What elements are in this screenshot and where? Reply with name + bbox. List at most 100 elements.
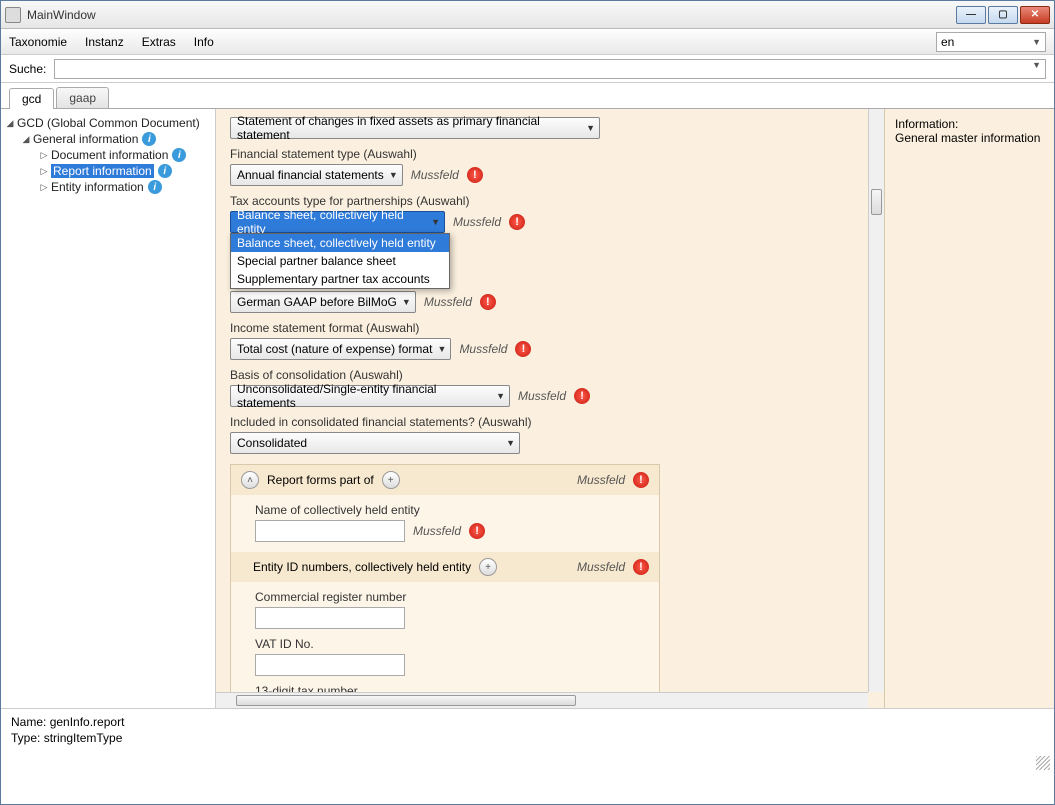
info-icon: i xyxy=(158,164,172,178)
chevron-down-icon: ▼ xyxy=(1032,37,1041,47)
gaap-select[interactable]: German GAAP before BilMoG▼ xyxy=(230,291,416,313)
mussfeld-label: Mussfeld xyxy=(411,168,459,182)
vertical-scrollbar[interactable] xyxy=(868,109,884,692)
scroll-thumb[interactable] xyxy=(871,189,882,215)
mussfeld-label: Mussfeld xyxy=(577,560,625,574)
mussfeld-label: Mussfeld xyxy=(424,295,472,309)
tab-gaap[interactable]: gaap xyxy=(56,87,109,108)
add-button[interactable]: + xyxy=(382,471,400,489)
collapse-button[interactable]: ˄ xyxy=(241,471,259,489)
error-icon: ! xyxy=(469,523,485,539)
error-icon: ! xyxy=(633,472,649,488)
menu-extras[interactable]: Extras xyxy=(142,35,176,49)
consolidation-select[interactable]: Unconsolidated/Single-entity financial s… xyxy=(230,385,510,407)
window-buttons: ― ▢ ✕ xyxy=(956,6,1050,24)
tree-report-info[interactable]: ▷Report informationi xyxy=(5,163,211,179)
vat-label: VAT ID No. xyxy=(255,637,645,651)
tax-accounts-select[interactable]: Balance sheet, collectively held entity▼ xyxy=(230,211,445,233)
mussfeld-label: Mussfeld xyxy=(453,215,501,229)
form-panel: Statement of changes in fixed assets as … xyxy=(216,109,884,708)
mussfeld-label: Mussfeld xyxy=(459,342,507,356)
close-button[interactable]: ✕ xyxy=(1020,6,1050,24)
tree-root[interactable]: ◢GCD (Global Common Document) xyxy=(5,115,211,131)
tree-panel: ◢GCD (Global Common Document) ◢General i… xyxy=(1,109,216,708)
menu-info[interactable]: Info xyxy=(194,35,214,49)
dropdown-option[interactable]: Supplementary partner tax accounts xyxy=(231,270,449,288)
income-fmt-label: Income statement format (Auswahl) xyxy=(230,321,854,335)
name-entity-input[interactable] xyxy=(255,520,405,542)
info-icon: i xyxy=(172,148,186,162)
window-title: MainWindow xyxy=(27,8,956,22)
error-icon: ! xyxy=(480,294,496,310)
status-name-label: Name: xyxy=(11,715,46,729)
statement-primary-select[interactable]: Statement of changes in fixed assets as … xyxy=(230,117,600,139)
dropdown-option[interactable]: Balance sheet, collectively held entity xyxy=(231,234,449,252)
chevron-down-icon: ▼ xyxy=(431,217,440,227)
add-button[interactable]: + xyxy=(479,558,497,576)
info-text: General master information xyxy=(895,131,1044,145)
maximize-button[interactable]: ▢ xyxy=(988,6,1018,24)
mussfeld-label: Mussfeld xyxy=(413,524,461,538)
consolidation-label: Basis of consolidation (Auswahl) xyxy=(230,368,854,382)
app-icon xyxy=(5,7,21,23)
language-value: en xyxy=(941,35,954,49)
commercial-reg-input[interactable] xyxy=(255,607,405,629)
tax13-label: 13-digit tax number xyxy=(255,684,645,692)
name-entity-label: Name of collectively held entity xyxy=(255,503,645,517)
error-icon: ! xyxy=(467,167,483,183)
chevron-down-icon: ▼ xyxy=(402,297,411,307)
vat-input[interactable] xyxy=(255,654,405,676)
tabstrip: gcd gaap xyxy=(1,83,1054,108)
mussfeld-label: Mussfeld xyxy=(577,473,625,487)
included-label: Included in consolidated financial state… xyxy=(230,415,854,429)
info-panel: Information: General master information xyxy=(884,109,1054,708)
error-icon: ! xyxy=(574,388,590,404)
resize-grip[interactable] xyxy=(1036,756,1050,770)
language-select[interactable]: en ▼ xyxy=(936,32,1046,52)
report-forms-group: ˄ Report forms part of + Mussfeld ! Name… xyxy=(230,464,660,692)
error-icon: ! xyxy=(633,559,649,575)
status-name-value: genInfo.report xyxy=(50,715,125,729)
search-label: Suche: xyxy=(9,62,46,76)
error-icon: ! xyxy=(509,214,525,230)
error-icon: ! xyxy=(515,341,531,357)
horizontal-scrollbar[interactable] xyxy=(216,692,868,708)
chevron-down-icon: ▼ xyxy=(389,170,398,180)
group-title: Report forms part of xyxy=(267,473,374,487)
chevron-down-icon: ▼ xyxy=(438,344,447,354)
mussfeld-label: Mussfeld xyxy=(518,389,566,403)
workarea: ◢GCD (Global Common Document) ◢General i… xyxy=(1,108,1054,708)
status-type-label: Type: xyxy=(11,731,40,745)
chevron-down-icon: ▼ xyxy=(496,391,505,401)
fin-type-label: Financial statement type (Auswahl) xyxy=(230,147,854,161)
tree-group[interactable]: ◢General informationi xyxy=(5,131,211,147)
income-fmt-select[interactable]: Total cost (nature of expense) format▼ xyxy=(230,338,451,360)
form-scroll: Statement of changes in fixed assets as … xyxy=(216,109,868,692)
chevron-down-icon: ▼ xyxy=(586,123,595,133)
main-window: MainWindow ― ▢ ✕ Taxonomie Instanz Extra… xyxy=(0,0,1055,805)
statusbar: Name: genInfo.report Type: stringItemTyp… xyxy=(1,708,1054,774)
search-bar: Suche: ▼ xyxy=(1,55,1054,83)
chevron-down-icon: ▼ xyxy=(1032,60,1041,70)
info-icon: i xyxy=(148,180,162,194)
titlebar: MainWindow ― ▢ ✕ xyxy=(1,1,1054,29)
included-select[interactable]: Consolidated▼ xyxy=(230,432,520,454)
dropdown-option[interactable]: Special partner balance sheet xyxy=(231,252,449,270)
tree-document-info[interactable]: ▷Document informationi xyxy=(5,147,211,163)
commercial-reg-label: Commercial register number xyxy=(255,590,645,604)
search-input[interactable]: ▼ xyxy=(54,59,1046,79)
chevron-down-icon: ▼ xyxy=(506,438,515,448)
status-type-value: stringItemType xyxy=(44,731,123,745)
info-heading: Information: xyxy=(895,117,1044,131)
entity-ids-label: Entity ID numbers, collectively held ent… xyxy=(253,560,471,574)
tree-entity-info[interactable]: ▷Entity informationi xyxy=(5,179,211,195)
tax-accounts-label: Tax accounts type for partnerships (Ausw… xyxy=(230,194,854,208)
tab-gcd[interactable]: gcd xyxy=(9,88,54,109)
menu-instanz[interactable]: Instanz xyxy=(85,35,124,49)
scroll-thumb[interactable] xyxy=(236,695,576,706)
tax-accounts-dropdown: Balance sheet, collectively held entity … xyxy=(230,233,450,289)
menubar: Taxonomie Instanz Extras Info en ▼ xyxy=(1,29,1054,55)
menu-taxonomie[interactable]: Taxonomie xyxy=(9,35,67,49)
minimize-button[interactable]: ― xyxy=(956,6,986,24)
fin-type-select[interactable]: Annual financial statements▼ xyxy=(230,164,403,186)
